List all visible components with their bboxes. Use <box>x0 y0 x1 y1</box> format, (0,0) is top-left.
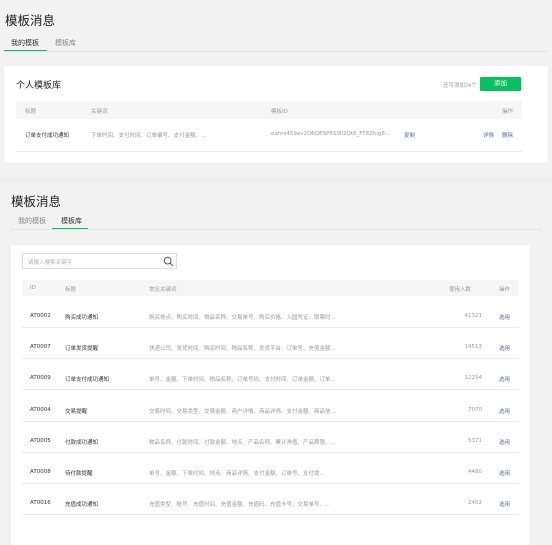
row-title: 待付款提醒 <box>65 471 93 477</box>
tabs-divider-2 <box>11 229 541 230</box>
col-template-id: 模板ID <box>271 109 288 115</box>
table-header-2: ID 标题 常见关键词 使用人数 操作 <box>22 280 519 296</box>
col-actions: 操作 <box>502 109 514 115</box>
row-id: AT0016 <box>30 500 51 507</box>
row-id: AT0008 <box>30 469 51 475</box>
row-id: AT0004 <box>30 406 51 413</box>
row-keywords: 交易时间、交易类型、交易金额、商户详情、商品详情、支付金额、商品信... <box>149 408 336 415</box>
select-link[interactable]: 选用 <box>499 407 510 415</box>
row-divider <box>22 389 519 391</box>
col-common-keywords: 常见关键词 <box>149 287 177 293</box>
row-user-count: 12254 <box>464 375 483 382</box>
remaining-count-text: 还可添加24个 <box>443 83 477 89</box>
detail-link[interactable]: 详情 <box>483 131 494 139</box>
row-keywords: 购买地点、购买时间、物品名称、交易单号、购买价格、入园凭证、取票时... <box>149 315 336 321</box>
row-keywords: 充值类型、帐号、充值时间、充值金额、充值码、充值卡号、交易单号、... <box>149 502 331 509</box>
row-title: 订单发货提醒 <box>65 346 99 353</box>
row-id: AT0007 <box>30 344 51 351</box>
search-icon[interactable] <box>163 256 174 267</box>
row-user-count: 5371 <box>468 437 482 444</box>
copy-link[interactable]: 复制 <box>404 131 415 139</box>
row-divider <box>22 483 519 484</box>
col-keywords: 关键词 <box>91 109 108 115</box>
card-title: 个人模板库 <box>16 81 62 91</box>
row-keywords: 单号、金额、下单时间、地点、商品详情、支付金额、订单号、支付提... <box>149 471 325 477</box>
row-title: 订单支付成功通知 <box>25 133 70 139</box>
row-divider <box>22 358 519 360</box>
row-template-id: eahrs459ev2D6QESP6S0Il2Qt6_FT8Zhig8... <box>271 131 391 137</box>
row-user-count: 14513 <box>464 344 483 351</box>
row-divider <box>22 451 519 453</box>
page-title: 模板消息 <box>5 13 56 28</box>
my-templates-panel: 模板消息 我的模板 模板库 个人模板库 还可添加24个 添加 标题 关键词 模板… <box>0 0 552 178</box>
row-id: AT0005 <box>30 437 51 444</box>
template-library-panel: 模板消息 我的模板 模板库 请输入搜索关键字 ID 标题 常见关键词 使用人数 … <box>0 183 552 545</box>
row-id: AT0009 <box>30 375 51 382</box>
tab-my-templates-2[interactable]: 我的模板 <box>18 216 46 226</box>
col-title-2: 标题 <box>65 287 77 293</box>
row-title: 充值成功通知 <box>65 502 99 509</box>
row-divider <box>22 514 519 516</box>
select-link[interactable]: 选用 <box>499 313 510 321</box>
page-title-2: 模板消息 <box>11 194 62 209</box>
delete-link[interactable]: 删除 <box>502 131 513 139</box>
row-keywords: 单号、金额、下单时间、物品名称、订单号码、支付时间、订单金额、订单... <box>149 377 336 384</box>
row-user-count: 41321 <box>464 313 483 319</box>
row-user-count: 7070 <box>468 406 482 413</box>
row-user-count: 2402 <box>468 500 482 507</box>
tab-template-library[interactable]: 模板库 <box>55 38 76 48</box>
tabs-divider <box>4 51 548 52</box>
col-title: 标题 <box>25 109 37 115</box>
row-id: AT0002 <box>30 313 51 319</box>
row-keywords: 物品名称、付款时间、付款金额、地点、产品名称、累计净值、产品期限、... <box>149 439 336 446</box>
row-keywords: 下单时间、支付时间、订单编号、支付金额、... <box>91 133 207 139</box>
row-title: 付款成功通知 <box>65 439 99 446</box>
add-template-button[interactable]: 添加 <box>480 77 521 91</box>
col-user-count: 使用人数 <box>449 287 472 293</box>
tab-my-templates[interactable]: 我的模板 <box>11 38 39 48</box>
personal-library-card: 个人模板库 还可添加24个 添加 标题 关键词 模板ID 操作 订单支付成功通知… <box>4 66 548 163</box>
select-link[interactable]: 选用 <box>499 344 510 352</box>
library-card: 请输入搜索关键字 ID 标题 常见关键词 使用人数 操作 AT0002 购买成功通… <box>11 245 530 545</box>
select-link[interactable]: 选用 <box>499 438 510 446</box>
row-divider <box>22 327 519 328</box>
table-header: 标题 关键词 模板ID 操作 <box>16 101 522 119</box>
tab-template-library-2[interactable]: 模板库 <box>61 216 82 226</box>
select-link[interactable]: 选用 <box>499 500 510 508</box>
search-box[interactable]: 请输入搜索关键字 <box>22 253 177 269</box>
row-user-count: 4480 <box>468 469 482 475</box>
row-divider <box>16 151 522 152</box>
col-actions-2: 操作 <box>499 287 511 293</box>
col-id: ID <box>30 285 36 291</box>
search-input[interactable]: 请输入搜索关键字 <box>28 258 72 266</box>
select-link[interactable]: 选用 <box>499 469 510 477</box>
row-title: 交易提醒 <box>65 408 88 415</box>
row-divider <box>22 420 519 422</box>
select-link[interactable]: 选用 <box>499 375 510 383</box>
row-title: 购买成功通知 <box>65 315 99 321</box>
row-title: 订单支付成功通知 <box>65 377 110 384</box>
row-keywords: 快递公司、发货时间、购买时间、物品名称、发货平台、订单号、充值金额... <box>149 346 336 353</box>
